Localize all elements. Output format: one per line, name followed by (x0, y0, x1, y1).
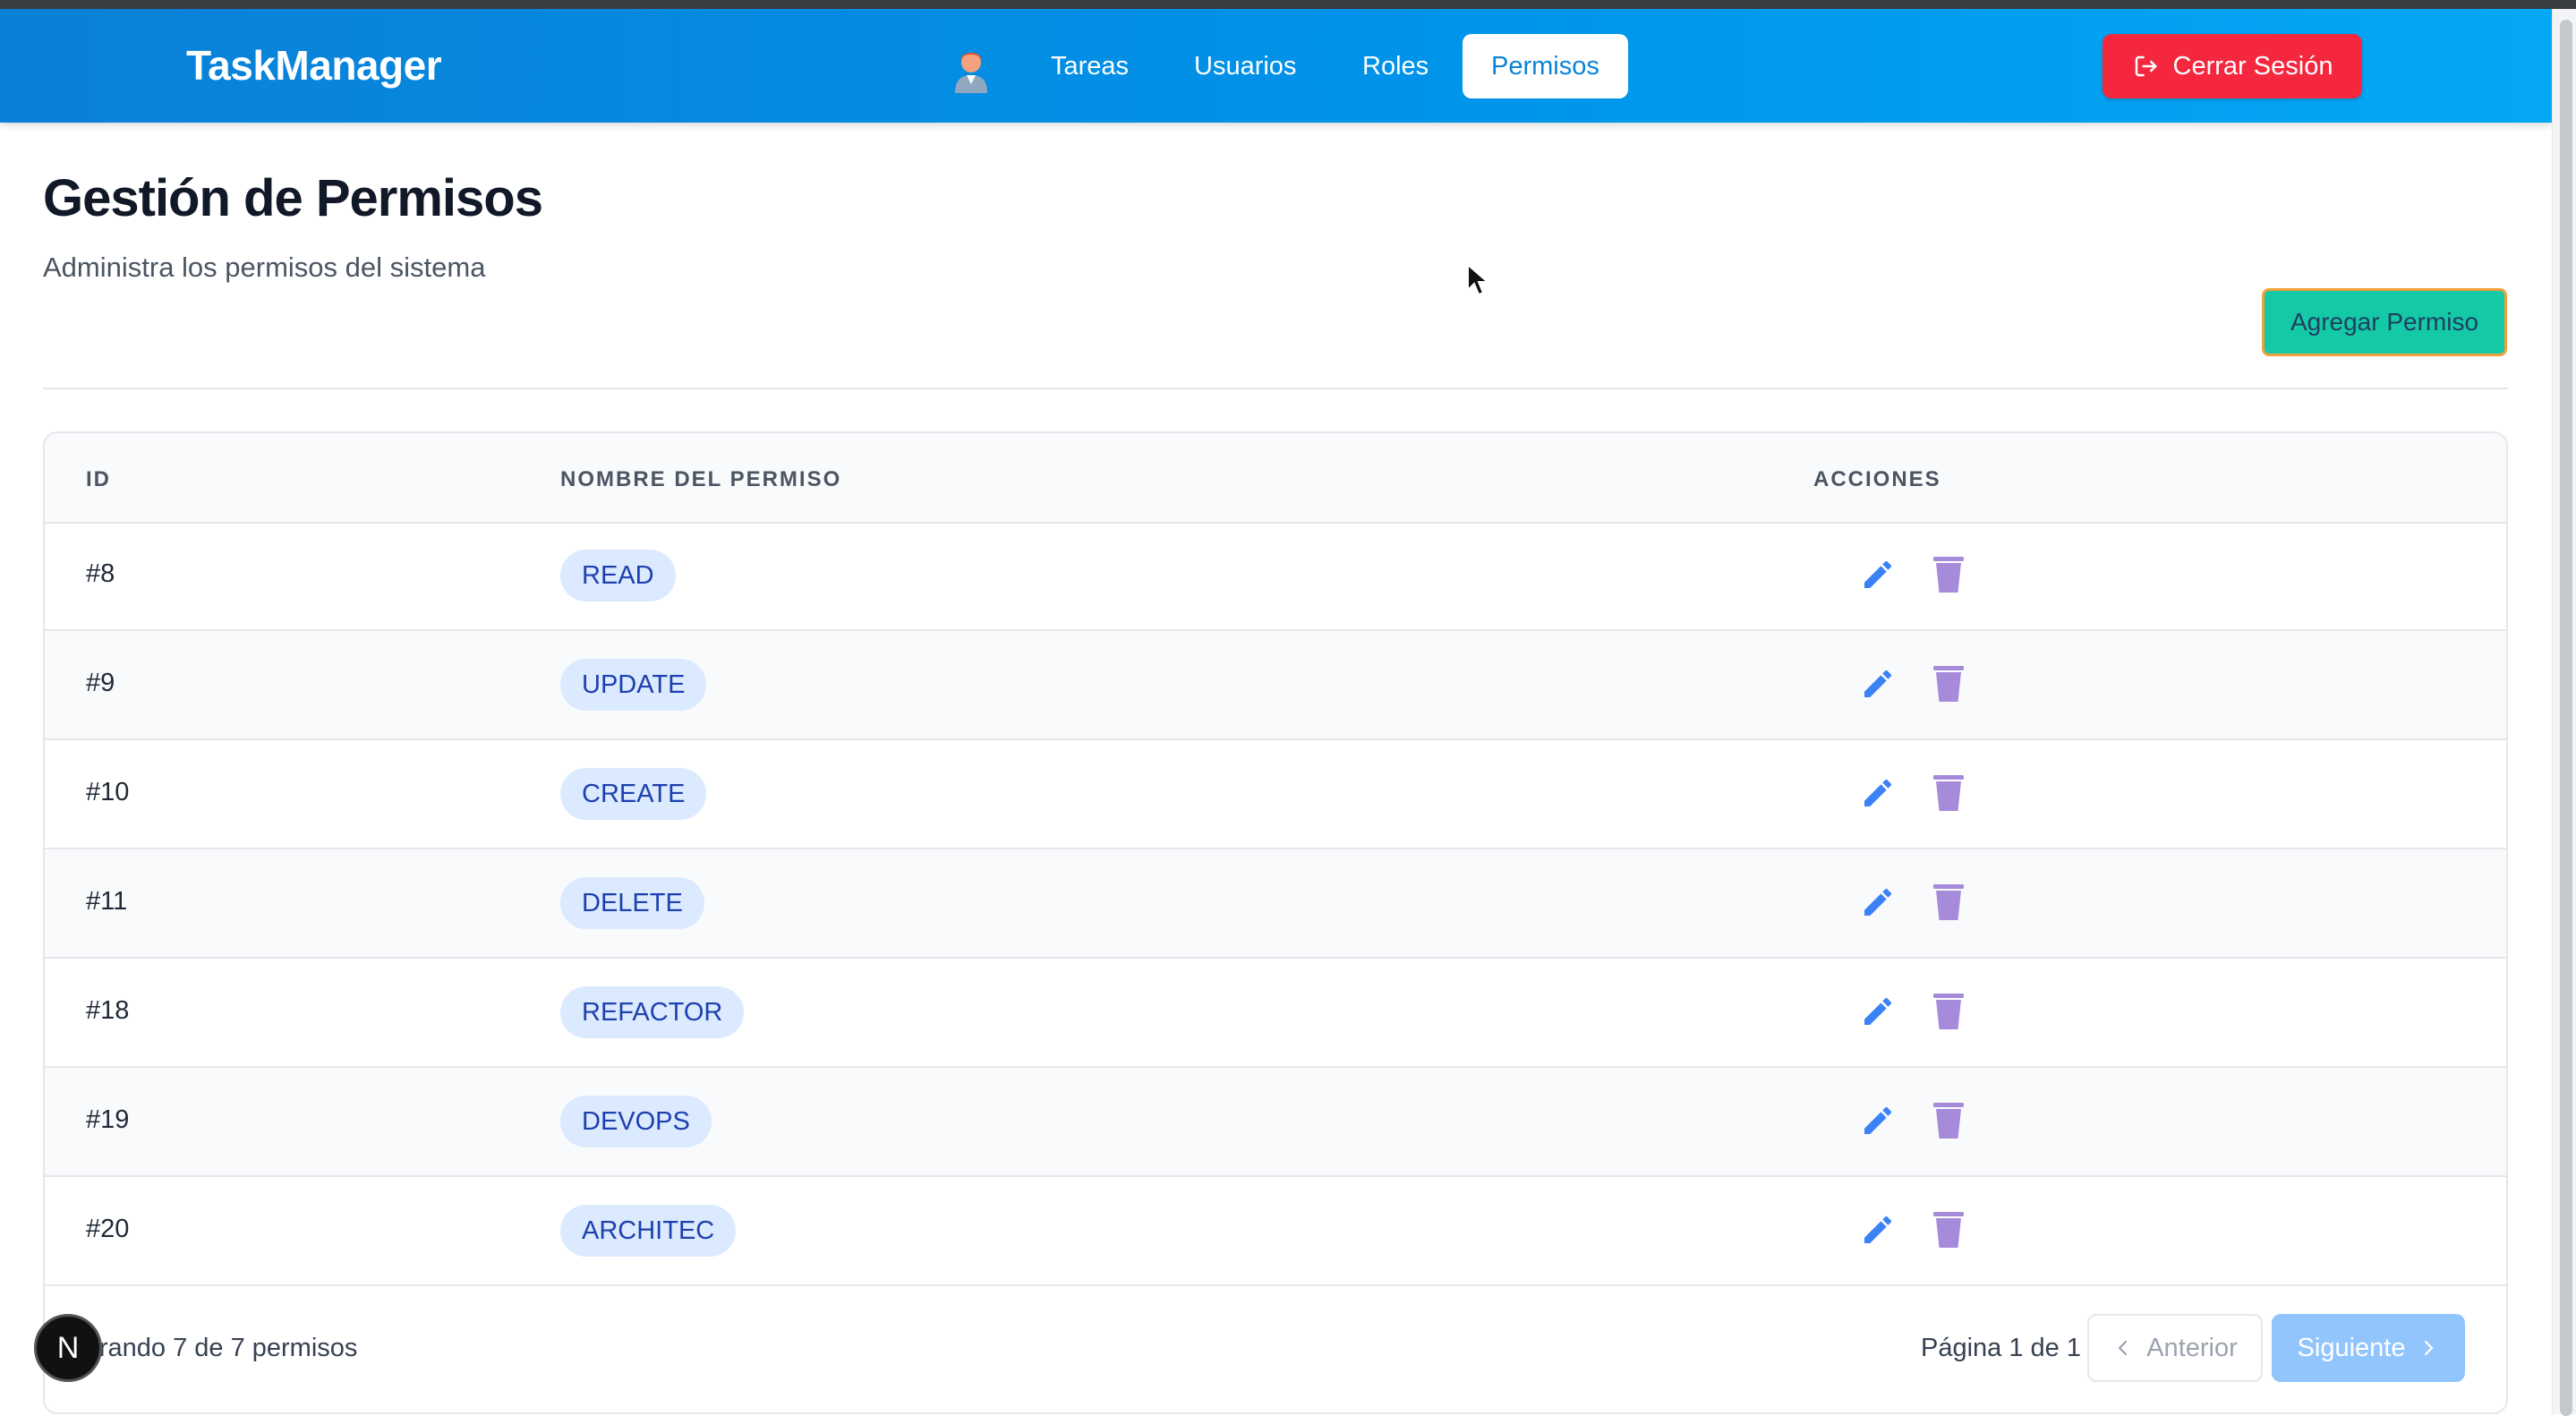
column-header-id: ID (86, 467, 111, 491)
trash-icon[interactable] (1933, 1102, 1964, 1139)
mouse-cursor-icon (1467, 263, 1489, 296)
edit-icon[interactable] (1860, 884, 1896, 920)
next-page-button[interactable]: Siguiente (2272, 1314, 2465, 1382)
window-top-strip (0, 0, 2576, 9)
permission-name-badge: ARCHITEC (560, 1205, 737, 1257)
permission-id: #8 (86, 559, 115, 588)
edit-icon[interactable] (1860, 1212, 1896, 1248)
edit-icon[interactable] (1860, 994, 1896, 1029)
permission-id: #11 (86, 887, 128, 916)
header-divider (43, 388, 2508, 389)
permission-id: #19 (86, 1105, 130, 1134)
table-row: #11 DELETE (45, 849, 2506, 959)
nav-permisos[interactable]: Permisos (1463, 34, 1628, 98)
column-header-name: NOMBRE DEL PERMISO (560, 467, 842, 491)
permission-name-badge: DELETE (560, 877, 704, 929)
scrollbar-track[interactable] (2552, 9, 2576, 1416)
table-row: #19 DEVOPS (45, 1068, 2506, 1177)
trash-icon[interactable] (1933, 883, 1964, 921)
table-row: #18 REFACTOR (45, 959, 2506, 1068)
table-header: ID NOMBRE DEL PERMISO ACCIONES (45, 433, 2506, 524)
table-row: #10 CREATE (45, 740, 2506, 849)
logout-icon (2135, 55, 2157, 77)
edit-icon[interactable] (1860, 1103, 1896, 1139)
scrollbar-thumb[interactable] (2560, 20, 2572, 1416)
chevron-right-icon (2425, 1340, 2434, 1356)
table-row: #20 ARCHITEC (45, 1177, 2506, 1286)
trash-icon[interactable] (1933, 665, 1964, 703)
brand-logo[interactable]: TaskManager (186, 41, 442, 90)
permission-name-badge: READ (560, 550, 676, 601)
nav-tareas[interactable]: Tareas (1022, 34, 1157, 98)
user-avatar-icon[interactable] (951, 45, 991, 93)
next-label: Siguiente (2297, 1333, 2406, 1362)
previous-label: Anterior (2146, 1333, 2238, 1362)
table-row: #9 UPDATE (45, 631, 2506, 740)
permission-name-badge: REFACTOR (560, 986, 745, 1038)
trash-icon[interactable] (1933, 556, 1964, 593)
table-row: #8 READ (45, 522, 2506, 631)
page-info: Página 1 de 1 (1921, 1334, 2081, 1362)
page-title: Gestión de Permisos (43, 169, 543, 227)
dev-tools-badge[interactable]: N (34, 1314, 102, 1382)
chevron-left-icon (2119, 1340, 2128, 1356)
edit-icon[interactable] (1860, 666, 1896, 702)
trash-icon[interactable] (1933, 774, 1964, 812)
logout-button[interactable]: Cerrar Sesión (2103, 34, 2362, 98)
permission-id: #18 (86, 996, 130, 1025)
column-header-actions: ACCIONES (1813, 467, 1941, 491)
previous-page-button[interactable]: Anterior (2087, 1314, 2263, 1382)
permission-name-badge: UPDATE (560, 659, 707, 711)
permission-name-badge: CREATE (560, 768, 707, 820)
permission-id: #20 (86, 1215, 130, 1243)
nav-usuarios[interactable]: Usuarios (1165, 34, 1325, 98)
permissions-table: ID NOMBRE DEL PERMISO ACCIONES #8 READ #9 U… (43, 431, 2508, 1414)
navbar: TaskManager Tareas Usuarios Roles Permis… (0, 9, 2553, 123)
add-permission-button[interactable]: Agregar Permiso (2262, 288, 2507, 356)
permission-name-badge: DEVOPS (560, 1096, 712, 1147)
logout-label: Cerrar Sesión (2172, 51, 2333, 81)
edit-icon[interactable] (1860, 557, 1896, 593)
nav-roles[interactable]: Roles (1334, 34, 1457, 98)
page-subtitle: Administra los permisos del sistema (43, 252, 486, 283)
permission-id: #10 (86, 778, 130, 806)
edit-icon[interactable] (1860, 775, 1896, 811)
trash-icon[interactable] (1933, 1211, 1964, 1249)
trash-icon[interactable] (1933, 993, 1964, 1030)
permission-id: #9 (86, 669, 115, 697)
